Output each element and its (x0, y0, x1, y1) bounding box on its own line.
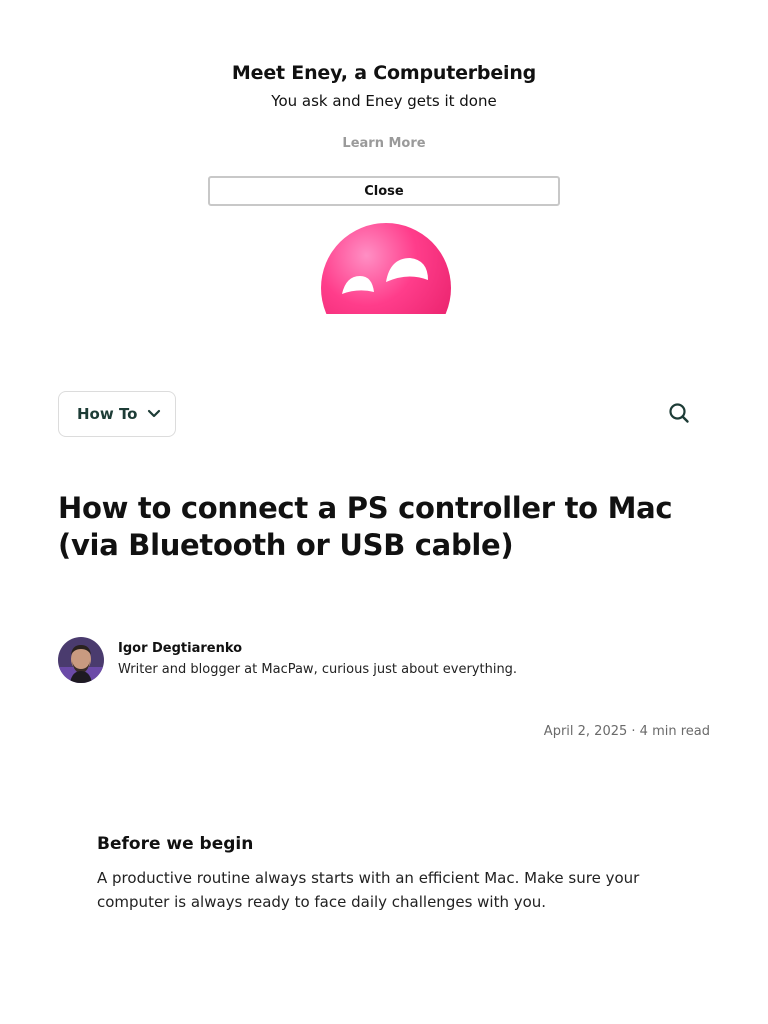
before-we-begin-text: A productive routine always starts with … (97, 869, 640, 911)
author-name[interactable]: Igor Degtiarenko (118, 639, 517, 659)
author-avatar[interactable] (58, 637, 104, 683)
category-label: How To (77, 405, 138, 423)
close-button[interactable]: Close (208, 176, 560, 206)
article-title: How to connect a PS controller to Mac (v… (58, 491, 673, 562)
author-bio: Writer and blogger at MacPaw, curious ju… (118, 662, 518, 677)
promo-subtitle: You ask and Eney gets it done (271, 92, 497, 110)
search-icon (668, 402, 690, 428)
before-we-begin-heading: Before we begin (97, 834, 254, 854)
learn-more-link[interactable]: Learn More (0, 136, 768, 151)
page: Meet Eney, a Computerbeing You ask and E… (0, 0, 768, 1024)
category-dropdown[interactable]: How To (58, 391, 176, 437)
promo-title: Meet Eney, a Computerbeing (231, 62, 537, 84)
promo-banner: Meet Eney, a Computerbeing You ask and E… (0, 0, 768, 314)
article-meta: April 2, 2025 · 4 min read (543, 724, 710, 739)
author-block: Igor Degtiarenko Writer and blogger at M… (58, 637, 517, 683)
eney-mascot-icon (320, 222, 452, 314)
search-button[interactable] (666, 402, 692, 428)
chevron-down-icon (147, 409, 161, 419)
